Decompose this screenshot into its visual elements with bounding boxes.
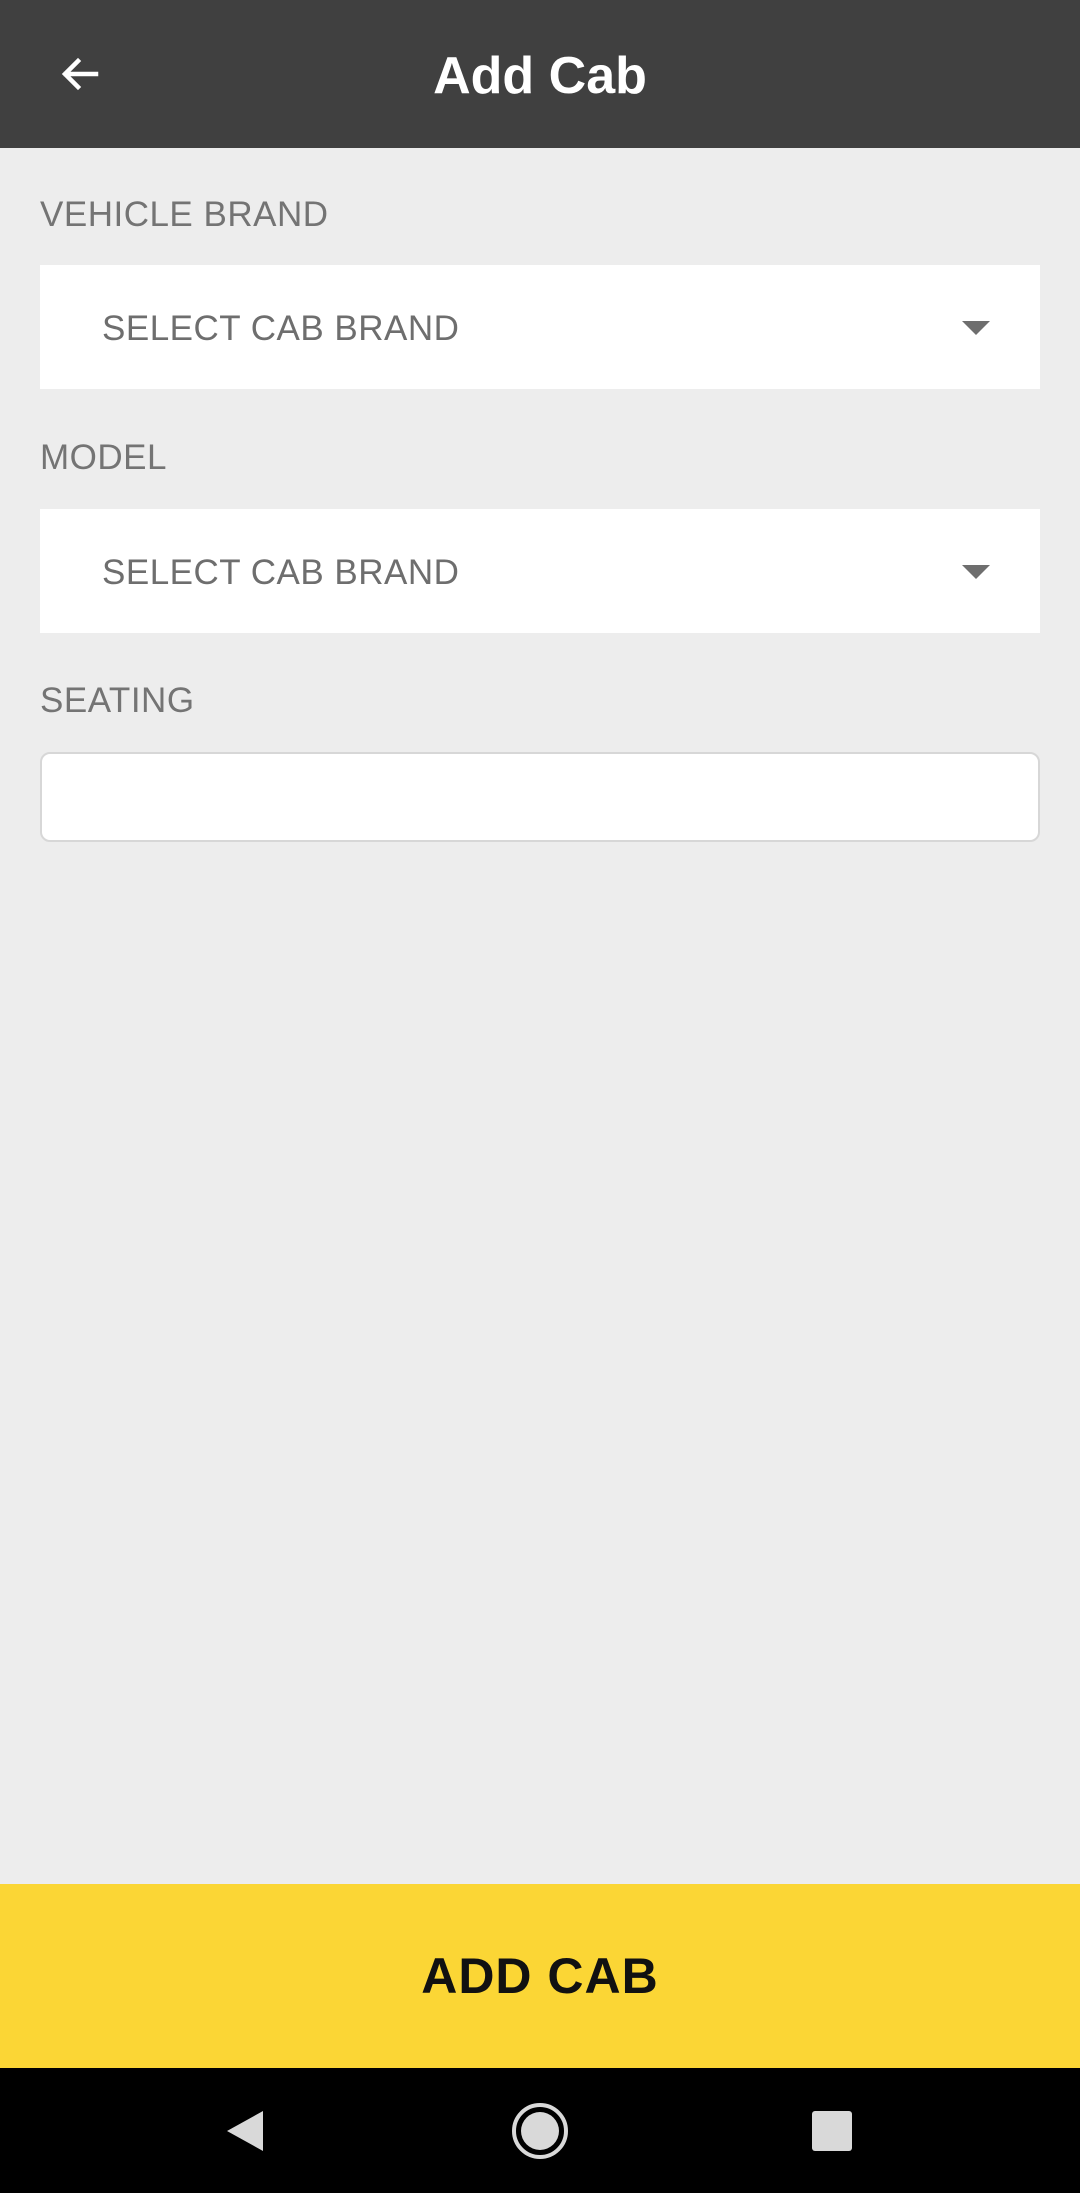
caret-down-icon	[962, 565, 990, 579]
system-nav-bar	[0, 2068, 1080, 2193]
system-back-button[interactable]	[185, 2068, 305, 2193]
app-bar: Add Cab	[0, 0, 1080, 148]
system-recents-button[interactable]	[772, 2068, 892, 2193]
model-selected-value: SELECT CAB BRAND	[102, 553, 460, 592]
system-home-button[interactable]	[480, 2068, 600, 2193]
arrow-left-icon	[56, 50, 104, 98]
model-label: MODEL	[40, 438, 167, 477]
vehicle-brand-label: VEHICLE BRAND	[40, 195, 329, 234]
add-cab-button[interactable]: ADD CAB	[0, 1884, 1080, 2068]
page-title: Add Cab	[433, 47, 647, 105]
add-cab-button-label: ADD CAB	[421, 1948, 659, 2004]
vehicle-brand-selected-value: SELECT CAB BRAND	[102, 309, 460, 348]
vehicle-brand-select[interactable]: SELECT CAB BRAND	[40, 265, 1040, 389]
triangle-back-icon	[223, 2109, 267, 2153]
caret-down-icon	[962, 321, 990, 335]
seating-label: SEATING	[40, 681, 195, 720]
circle-home-icon	[510, 2101, 570, 2161]
back-button[interactable]	[36, 30, 124, 118]
model-select[interactable]: SELECT CAB BRAND	[40, 509, 1040, 633]
square-recents-icon	[812, 2110, 852, 2151]
seating-input[interactable]	[40, 752, 1040, 842]
